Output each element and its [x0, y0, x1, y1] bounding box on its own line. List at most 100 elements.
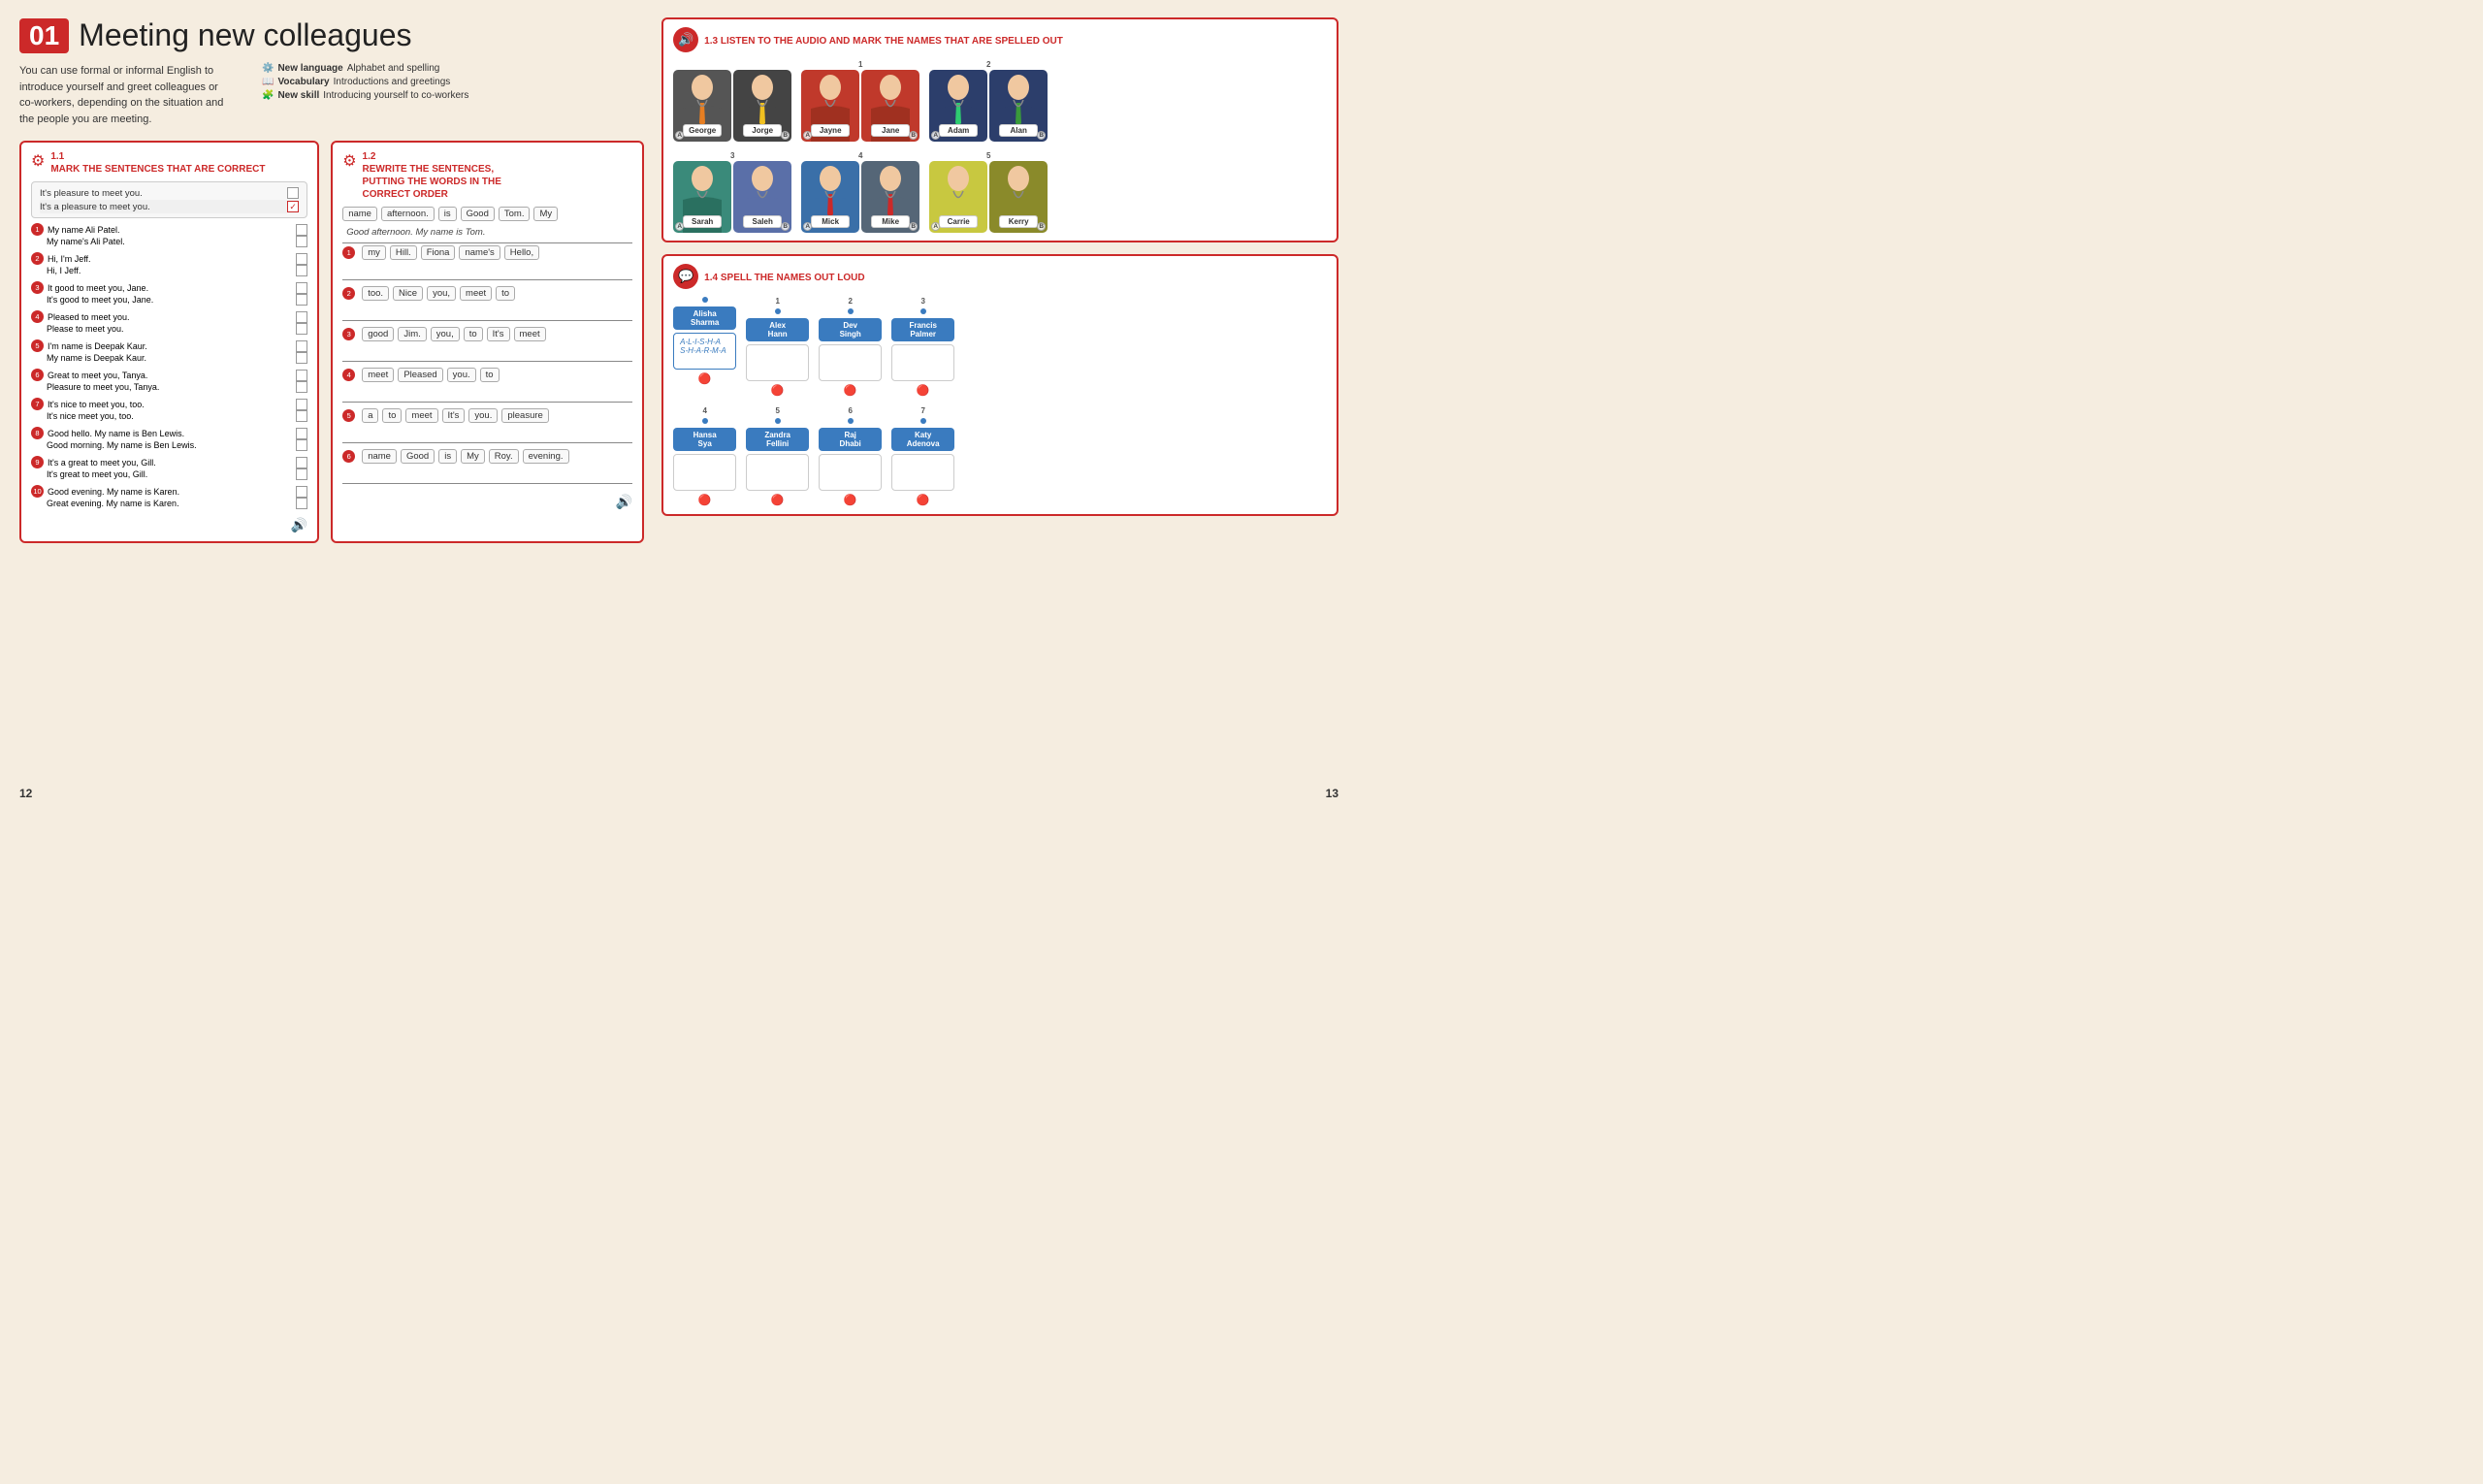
- checkbox-2-1[interactable]: [296, 265, 307, 276]
- answer-line-1[interactable]: [342, 263, 632, 280]
- answer-line-2[interactable]: [342, 304, 632, 321]
- spell-box-2[interactable]: [819, 344, 882, 381]
- pair-num-2: 2: [986, 60, 990, 69]
- checkbox-3-1[interactable]: [296, 294, 307, 306]
- card-pair-kerry: KerryB: [989, 161, 1048, 233]
- audio-btn-7[interactable]: 🔴: [917, 494, 930, 506]
- card-inner: SalehB: [733, 161, 791, 233]
- sentence-item: 2Hi, I'm Jeff.: [31, 252, 307, 265]
- spell-item-4: 4Hansa Sya🔴: [673, 406, 736, 506]
- checkbox-ex11-top2[interactable]: ✓: [287, 201, 299, 212]
- card-inner: AlanB: [989, 70, 1048, 142]
- spell-box-3[interactable]: [891, 344, 954, 381]
- audio-btn-3[interactable]: 🔴: [917, 384, 930, 397]
- card-group-5: 5CarrieAKerryB: [929, 151, 1048, 233]
- checkbox-1-0[interactable]: [296, 224, 307, 236]
- sentence-text: Great evening. My name is Karen.: [47, 499, 292, 508]
- checkbox-5-0[interactable]: [296, 340, 307, 352]
- ex11-title: MARK THE SENTENCES THAT ARE CORRECT: [50, 163, 265, 176]
- ex11-top-s2: It's a pleasure to meet you.: [40, 202, 150, 212]
- word-chip: It's: [442, 408, 466, 423]
- answer-line-6[interactable]: [342, 467, 632, 484]
- checkbox-9-1[interactable]: [296, 468, 307, 480]
- spell-box-4[interactable]: [673, 454, 736, 491]
- audio-btn-2[interactable]: 🔴: [844, 384, 857, 397]
- sentence-item: My name is Deepak Kaur.: [31, 352, 307, 364]
- exercise-11: ⚙ 1.1 MARK THE SENTENCES THAT ARE CORREC…: [19, 141, 319, 543]
- checkbox-8-0[interactable]: [296, 428, 307, 439]
- checkbox-3-0[interactable]: [296, 282, 307, 294]
- pair-num-1: 1: [858, 60, 862, 69]
- word-chip: you,: [427, 286, 456, 301]
- audio-icon-11[interactable]: 🔊: [291, 517, 307, 533]
- word-chip: name's: [459, 245, 500, 260]
- word-row: 3goodJim.you,toIt'smeet: [342, 327, 632, 341]
- card-inner: AdamA: [929, 70, 987, 142]
- spell-box-5[interactable]: [746, 454, 809, 491]
- audio-btn-4[interactable]: 🔴: [698, 494, 712, 506]
- checkbox-7-1[interactable]: [296, 410, 307, 422]
- badge-dot: [702, 297, 708, 303]
- checkbox-4-0[interactable]: [296, 311, 307, 323]
- word-chip: meet: [362, 368, 394, 382]
- name-tag-mick: Mick: [811, 215, 850, 228]
- audio-btn-0[interactable]: 🔴: [698, 372, 712, 385]
- card-inner: JayneA: [801, 70, 859, 142]
- word-chip: Hill.: [390, 245, 417, 260]
- new-language-icon: ⚙️: [262, 63, 274, 74]
- checkbox-6-0[interactable]: [296, 370, 307, 381]
- sentence-text: Pleasure to meet you, Tanya.: [47, 382, 292, 392]
- pair-num-4: 4: [858, 151, 862, 160]
- sentence-text: It's a great to meet you, Gill.: [48, 458, 292, 468]
- word-row: 6nameGoodisMyRoy.evening.: [342, 449, 632, 464]
- checkbox-1-1[interactable]: [296, 236, 307, 247]
- name-tag-jayne: Jayne: [811, 124, 850, 137]
- lesson-number: 01: [19, 18, 69, 53]
- checkbox-4-1[interactable]: [296, 323, 307, 335]
- checkbox-7-0[interactable]: [296, 399, 307, 410]
- sentence-text: It's nice to meet you, too.: [48, 400, 292, 409]
- sentence-item: Pleasure to meet you, Tanya.: [31, 381, 307, 393]
- audio-btn-1[interactable]: 🔴: [771, 384, 785, 397]
- audio-btn-5[interactable]: 🔴: [771, 494, 785, 506]
- page-num-left: 12: [19, 783, 644, 800]
- sentence-item: 10Good evening. My name is Karen.: [31, 485, 307, 498]
- ex11-top-s1: It's pleasure to meet you.: [40, 188, 143, 199]
- checkbox-10-1[interactable]: [296, 498, 307, 509]
- checkbox-9-0[interactable]: [296, 457, 307, 468]
- card-inner: CarrieA: [929, 161, 987, 233]
- checkbox-2-0[interactable]: [296, 253, 307, 265]
- card-inner: MikeB: [861, 161, 919, 233]
- spell-num-7: 7: [920, 406, 924, 415]
- ex12-group-5: 5atomeetIt'syou.pleasure: [342, 408, 632, 443]
- word-chip: is: [438, 207, 457, 221]
- card-pair-george: GeorgeA: [673, 70, 731, 142]
- new-skill-value: Introducing yourself to co-workers: [323, 90, 468, 101]
- spell-item-2: 2Dev Singh🔴: [819, 297, 882, 397]
- answer-line-4[interactable]: [342, 385, 632, 403]
- checkbox-8-1[interactable]: [296, 439, 307, 451]
- word-chip: pleasure: [501, 408, 548, 423]
- checkbox-10-0[interactable]: [296, 486, 307, 498]
- sentence-item: Please to meet you.: [31, 323, 307, 335]
- word-chip: Good: [461, 207, 495, 221]
- sentence-text: It's great to meet you, Gill.: [47, 469, 292, 479]
- word-row: 1myHill.Fionaname'sHello,: [342, 245, 632, 260]
- ex12-title: REWRITE THE SENTENCES,PUTTING THE WORDS …: [363, 163, 501, 201]
- answer-line-5[interactable]: [342, 426, 632, 443]
- checkbox-5-1[interactable]: [296, 352, 307, 364]
- audio-btn-6[interactable]: 🔴: [844, 494, 857, 506]
- group-num: 1: [342, 246, 355, 259]
- word-chip: my: [362, 245, 386, 260]
- checkbox-ex11-top1[interactable]: [287, 187, 299, 199]
- spell-box-7[interactable]: [891, 454, 954, 491]
- checkbox-6-1[interactable]: [296, 381, 307, 393]
- answer-line-3[interactable]: [342, 344, 632, 362]
- spell-box-6[interactable]: [819, 454, 882, 491]
- spell-box-0[interactable]: A-L-I-S-H-A S-H-A-R-M-A: [673, 333, 736, 370]
- badge-dot: [920, 418, 926, 424]
- left-page: 01 Meeting new colleagues You can use fo…: [19, 17, 644, 800]
- spell-box-1[interactable]: [746, 344, 809, 381]
- audio-icon-12[interactable]: 🔊: [616, 494, 632, 510]
- sentence-item: Great evening. My name is Karen.: [31, 498, 307, 509]
